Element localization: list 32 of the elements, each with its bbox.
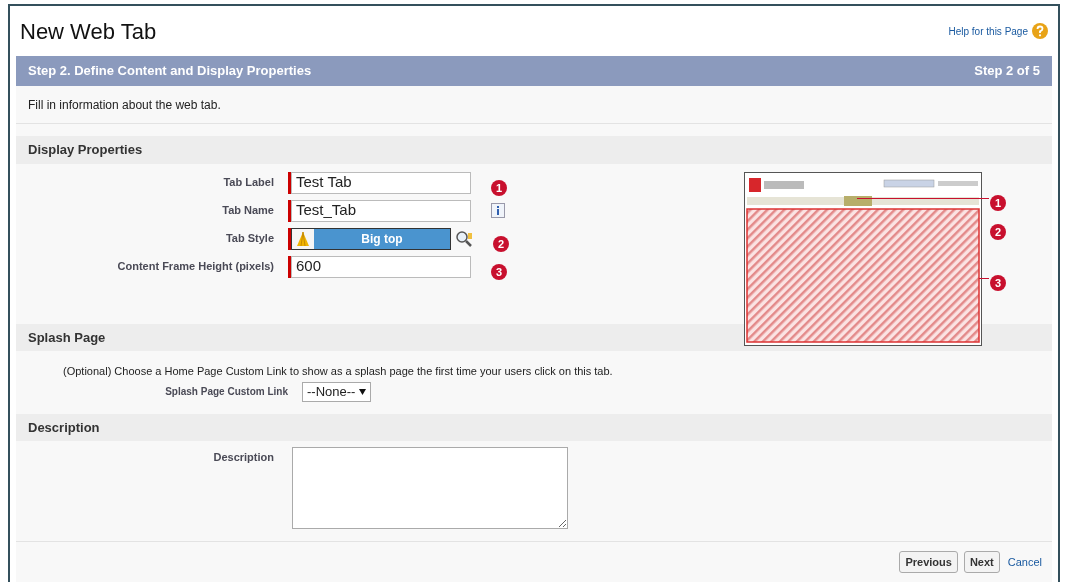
splash-note: (Optional) Choose a Home Page Custom Link to show as a splash page the first time your users click on this tab. <box>62 364 614 379</box>
field-label: Tab Name <box>221 202 274 218</box>
number-badge: 2 <box>493 236 509 252</box>
step-counter: Step 2 of 5 <box>974 62 1040 81</box>
number-badge: 1 <box>491 180 507 196</box>
intro-text: Fill in information about the web tab. <box>28 96 221 114</box>
section-header: Display Properties <box>16 136 1052 164</box>
step-title: Step 2. Define Content and Display Properties <box>28 62 312 81</box>
nav-button[interactable]: Previous <box>899 551 958 573</box>
field-label: Tab Label <box>222 174 274 190</box>
field-label: Tab Style <box>224 230 274 246</box>
section-header: Description <box>16 413 1052 441</box>
text-field[interactable]: Test_Tab <box>291 199 471 222</box>
custom-link-dropdown[interactable]: --None-- <box>302 381 372 402</box>
tent-icon <box>296 230 310 247</box>
field-label: Content Frame Height (pixels) <box>116 258 274 274</box>
cancel-link[interactable]: Cancel <box>1007 553 1042 571</box>
number-badge: 1 <box>990 195 1006 211</box>
field-label: Description <box>212 450 274 465</box>
help-link[interactable]: Help for this Page <box>948 23 1028 39</box>
nav-button[interactable]: Next <box>963 551 1000 573</box>
number-badge: 3 <box>990 275 1006 291</box>
text-field[interactable]: 600 <box>291 255 471 278</box>
info-icon[interactable] <box>491 202 505 218</box>
number-badge: 3 <box>491 264 507 280</box>
search-icon[interactable] <box>455 229 473 248</box>
number-badge: 2 <box>990 224 1006 240</box>
text-field[interactable]: Test Tab <box>291 171 471 194</box>
description-field[interactable] <box>292 447 568 529</box>
field-label: Splash Page Custom Link <box>164 384 288 399</box>
caret-icon <box>359 388 367 395</box>
page-title: New Web Tab <box>20 17 157 46</box>
